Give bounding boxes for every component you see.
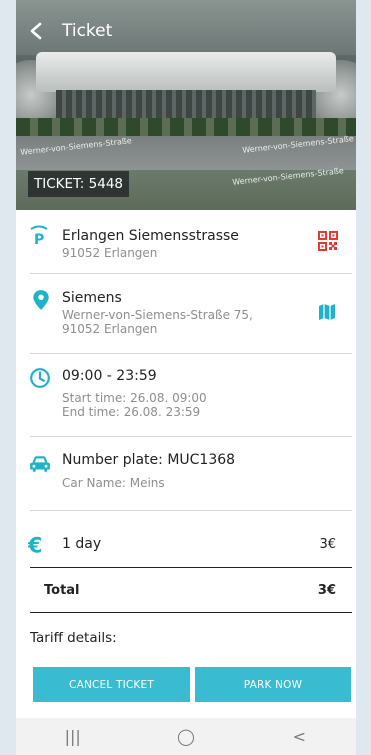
system-navigation-bar: ||| ◯ <	[16, 718, 356, 755]
car-name: Car Name: Meins	[62, 476, 165, 490]
start-time: Start time: 26.08. 09:00	[62, 391, 207, 405]
divider	[30, 273, 352, 274]
building-facade	[56, 90, 316, 118]
total-value: 3€	[317, 583, 336, 598]
location-name: Siemens	[62, 290, 122, 306]
tariff-details-link[interactable]: Tariff details:	[30, 630, 117, 646]
end-time: End time: 26.08. 23:59	[62, 405, 201, 419]
tree-row	[16, 118, 356, 136]
qr-code-icon[interactable]	[318, 231, 338, 251]
parking-city: 91052 Erlangen	[62, 246, 158, 260]
phone-screen: Werner-von-Siemens-Straße Werner-von-Sie…	[16, 0, 356, 755]
divider	[30, 612, 352, 613]
number-plate: Number plate: MUC1368	[62, 452, 236, 468]
map-satellite-image: Werner-von-Siemens-Straße Werner-von-Sie…	[16, 0, 356, 210]
tariff-price: 3€	[319, 537, 336, 552]
back-nav-icon[interactable]: <	[269, 727, 329, 746]
euro-icon: €	[28, 534, 43, 556]
building-roof	[36, 52, 336, 92]
divider	[30, 510, 352, 511]
divider	[30, 353, 352, 354]
parking-p-icon: P	[30, 225, 48, 246]
divider	[30, 436, 352, 437]
app-bar: Ticket	[16, 14, 356, 48]
car-icon	[30, 456, 50, 472]
location-address-line2: 91052 Erlangen	[62, 322, 158, 336]
parking-name: Erlangen Siemensstrasse	[62, 228, 239, 244]
cancel-ticket-button[interactable]: CANCEL TICKET	[33, 667, 190, 702]
clock-icon	[30, 368, 50, 388]
page-title: Ticket	[62, 21, 113, 41]
svg-text:€: €	[28, 534, 43, 556]
map-icon[interactable]	[318, 303, 336, 321]
tariff-duration: 1 day	[62, 536, 102, 552]
total-label: Total	[44, 583, 80, 598]
divider	[30, 567, 352, 568]
park-now-button[interactable]: PARK NOW	[195, 667, 351, 702]
location-address-line1: Werner-von-Siemens-Straße 75,	[62, 308, 253, 322]
time-range: 09:00 - 23:59	[62, 368, 157, 384]
home-icon[interactable]: ◯	[156, 727, 216, 746]
recent-apps-icon[interactable]: |||	[43, 727, 103, 746]
ticket-number-badge: TICKET: 5448	[28, 171, 129, 197]
back-arrow-icon[interactable]	[16, 14, 56, 48]
location-pin-icon	[33, 290, 49, 310]
svg-text:P: P	[34, 232, 44, 246]
